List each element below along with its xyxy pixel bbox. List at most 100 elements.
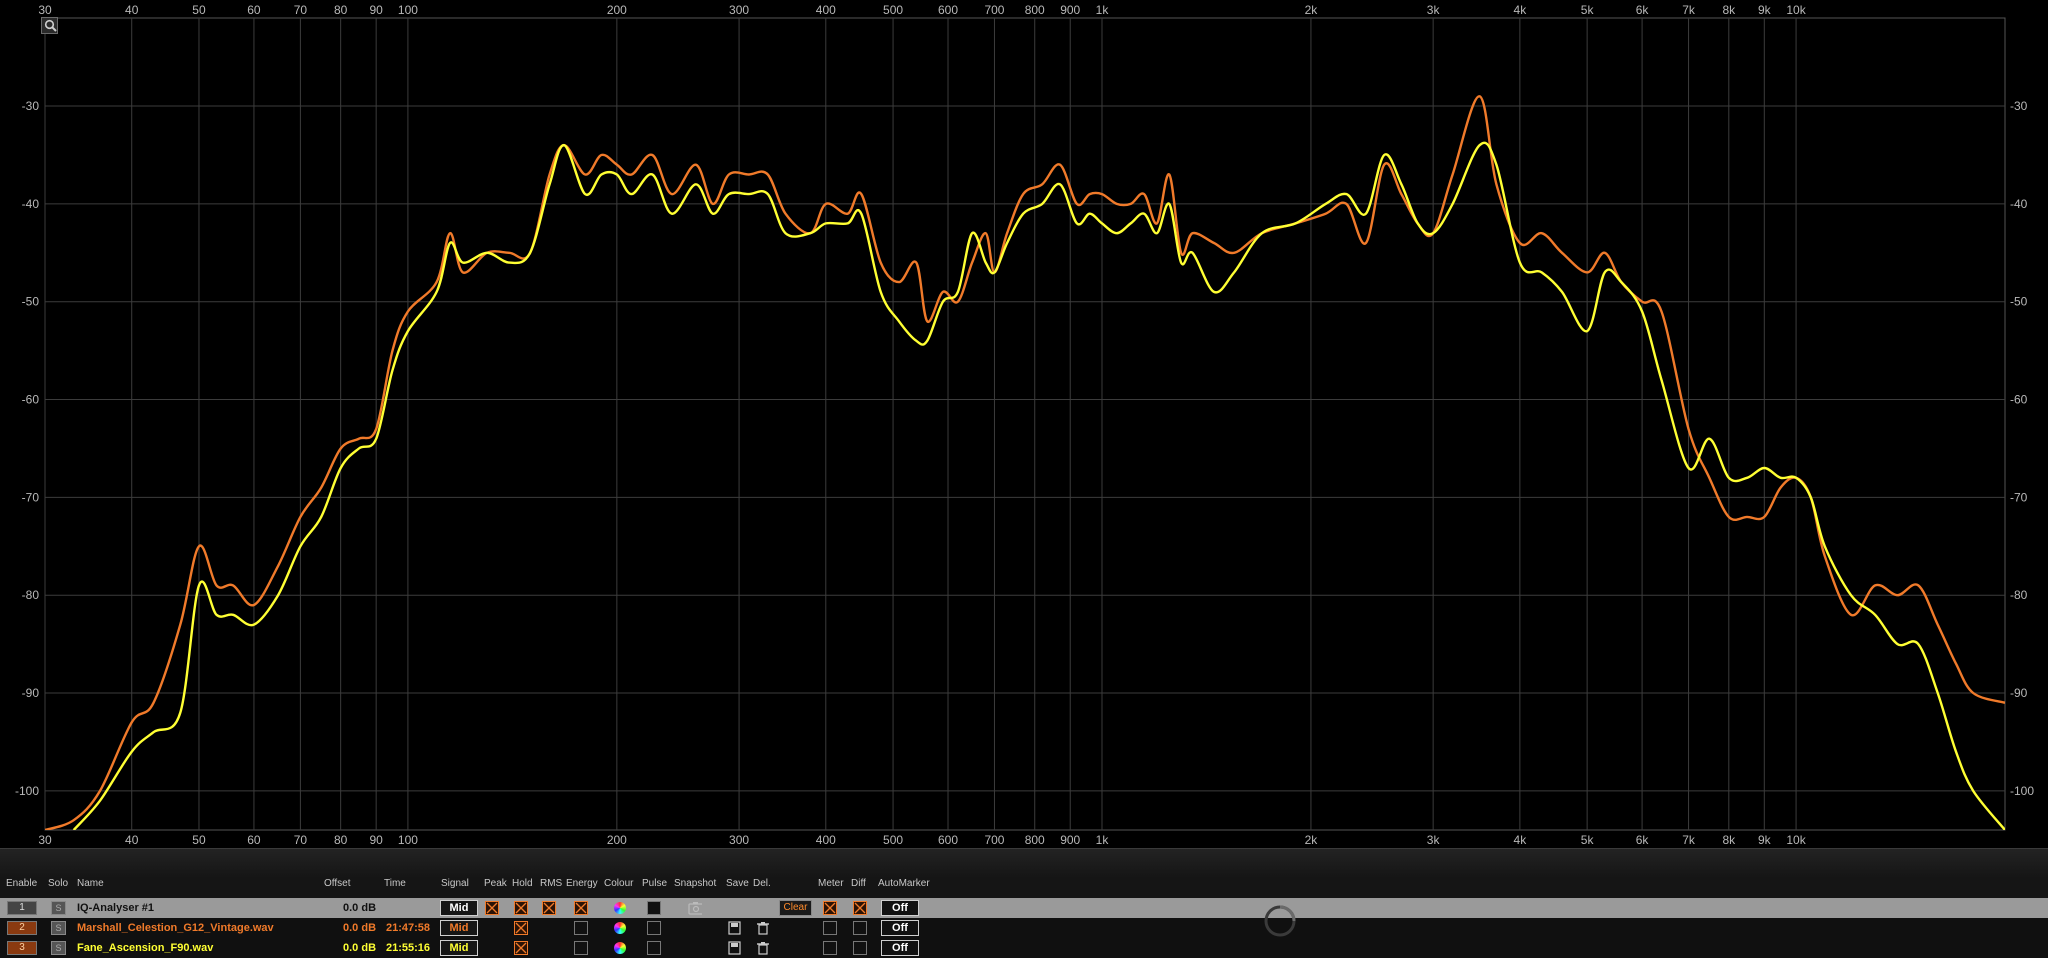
diff-checkbox[interactable] — [853, 901, 867, 915]
energy-checkbox[interactable] — [574, 921, 588, 935]
x-tick-label-top: 4k — [1514, 3, 1528, 17]
y-tick-label-left: -60 — [22, 393, 40, 407]
table-row: 1 S IQ-Analyser #1 0.0 dB Mid Clear Off — [0, 898, 2048, 918]
diff-checkbox[interactable] — [853, 941, 867, 955]
rms-checkbox[interactable] — [542, 901, 556, 915]
header-snapshot: Snapshot — [674, 878, 717, 889]
x-tick-label-top: 70 — [294, 3, 308, 17]
y-tick-label-left: -50 — [22, 295, 40, 309]
x-tick-label-top: 700 — [984, 3, 1004, 17]
automarker-select[interactable]: Off — [881, 900, 919, 916]
hold-checkbox[interactable] — [514, 921, 528, 935]
track-panel: Enable Solo Name Offset Time Signal Peak… — [0, 878, 2048, 958]
diff-checkbox[interactable] — [853, 921, 867, 935]
x-tick-label-top: 60 — [247, 3, 261, 17]
pulse-checkbox[interactable] — [647, 921, 661, 935]
track-name[interactable]: Fane_Ascension_F90.wav — [77, 941, 213, 955]
x-tick-label-bottom: 8k — [1722, 833, 1736, 847]
x-tick-label-bottom: 600 — [938, 833, 958, 847]
solo-button[interactable]: S — [51, 921, 66, 935]
panel-divider[interactable] — [0, 848, 2048, 878]
meter-checkbox[interactable] — [823, 941, 837, 955]
zoom-button[interactable] — [41, 17, 58, 34]
cross-icon — [515, 922, 527, 934]
x-tick-label-bottom: 70 — [294, 833, 308, 847]
trash-icon[interactable] — [756, 941, 770, 955]
camera-icon[interactable] — [688, 901, 702, 915]
header-automarker: AutoMarker — [878, 878, 930, 889]
header-rms: RMS — [540, 878, 563, 889]
meter-checkbox[interactable] — [823, 901, 837, 915]
header-peak: Peak — [484, 878, 507, 889]
signal-select[interactable]: Mid — [440, 940, 478, 956]
enable-toggle[interactable]: 3 — [7, 941, 37, 955]
solo-button[interactable]: S — [51, 941, 66, 955]
hold-checkbox[interactable] — [514, 901, 528, 915]
peak-checkbox[interactable] — [485, 901, 499, 915]
energy-checkbox[interactable] — [574, 941, 588, 955]
x-tick-label-bottom: 50 — [192, 833, 206, 847]
solo-button[interactable]: S — [51, 901, 66, 915]
x-tick-label-bottom: 9k — [1758, 833, 1772, 847]
y-tick-label-right: -30 — [2010, 99, 2028, 113]
x-tick-label-top: 900 — [1060, 3, 1080, 17]
signal-select[interactable]: Mid — [440, 920, 478, 936]
spectrum-chart[interactable]: 30 30 40 40 50 50 60 60 70 70 80 80 90 90 100 100 200 200… — [0, 0, 2048, 848]
energy-checkbox[interactable] — [574, 901, 588, 915]
meter-checkbox[interactable] — [823, 921, 837, 935]
enable-toggle[interactable]: 2 — [7, 921, 37, 935]
header-name: Name — [77, 878, 104, 889]
automarker-select[interactable]: Off — [881, 920, 919, 936]
automarker-select[interactable]: Off — [881, 940, 919, 956]
x-tick-label-bottom: 700 — [984, 833, 1004, 847]
y-tick-label-right: -80 — [2010, 588, 2028, 602]
colour-picker-icon[interactable] — [614, 902, 626, 914]
x-tick-label-bottom: 4k — [1514, 833, 1528, 847]
header-solo: Solo — [48, 878, 69, 889]
y-tick-label-right: -70 — [2010, 490, 2028, 504]
x-tick-label-bottom: 3k — [1427, 833, 1441, 847]
x-tick-label-top: 100 — [398, 3, 418, 17]
track-name[interactable]: IQ-Analyser #1 — [77, 901, 154, 915]
header-del: Del. — [753, 878, 771, 889]
cross-icon — [515, 942, 527, 954]
x-tick-label-top: 9k — [1758, 3, 1772, 17]
offset-value[interactable]: 0.0 dB — [343, 941, 376, 955]
offset-value[interactable]: 0.0 dB — [343, 901, 376, 915]
pulse-checkbox[interactable] — [647, 901, 661, 915]
offset-value[interactable]: 0.0 dB — [343, 921, 376, 935]
y-tick-label-left: -40 — [22, 197, 40, 211]
x-tick-label-top: 5k — [1581, 3, 1595, 17]
x-tick-label-top: 50 — [192, 3, 206, 17]
save-icon[interactable] — [728, 921, 742, 935]
header-save: Save — [726, 878, 749, 889]
signal-select[interactable]: Mid — [440, 900, 478, 916]
clear-button[interactable]: Clear — [779, 900, 812, 916]
colour-picker-icon[interactable] — [614, 922, 626, 934]
loading-spinner-icon — [1264, 905, 1296, 937]
header-hold: Hold — [512, 878, 533, 889]
spectrum-plot[interactable]: 30 30 40 40 50 50 60 60 70 70 80 80 90 90 100 100 200 200… — [0, 0, 2048, 848]
header-colour: Colour — [604, 878, 634, 889]
save-icon[interactable] — [728, 941, 742, 955]
cross-icon — [486, 902, 498, 914]
x-tick-label-bottom: 400 — [816, 833, 836, 847]
header-energy: Energy — [566, 878, 598, 889]
header-signal: Signal — [441, 878, 469, 889]
trash-icon[interactable] — [756, 921, 770, 935]
x-tick-label-top: 1k — [1096, 3, 1110, 17]
hold-checkbox[interactable] — [514, 941, 528, 955]
series-line-2 — [72, 141, 2005, 830]
track-name[interactable]: Marshall_Celestion_G12_Vintage.wav — [77, 921, 274, 935]
x-tick-label-bottom: 60 — [247, 833, 261, 847]
table-row: 2 S Marshall_Celestion_G12_Vintage.wav 0… — [0, 918, 2048, 938]
x-tick-label-top: 200 — [607, 3, 627, 17]
cross-icon — [515, 902, 527, 914]
y-tick-label-right: -100 — [2010, 784, 2034, 798]
colour-picker-icon[interactable] — [614, 942, 626, 954]
x-tick-label-top: 40 — [125, 3, 139, 17]
header-time: Time — [384, 878, 406, 889]
x-tick-label-bottom: 200 — [607, 833, 627, 847]
enable-toggle[interactable]: 1 — [7, 901, 37, 915]
pulse-checkbox[interactable] — [647, 941, 661, 955]
